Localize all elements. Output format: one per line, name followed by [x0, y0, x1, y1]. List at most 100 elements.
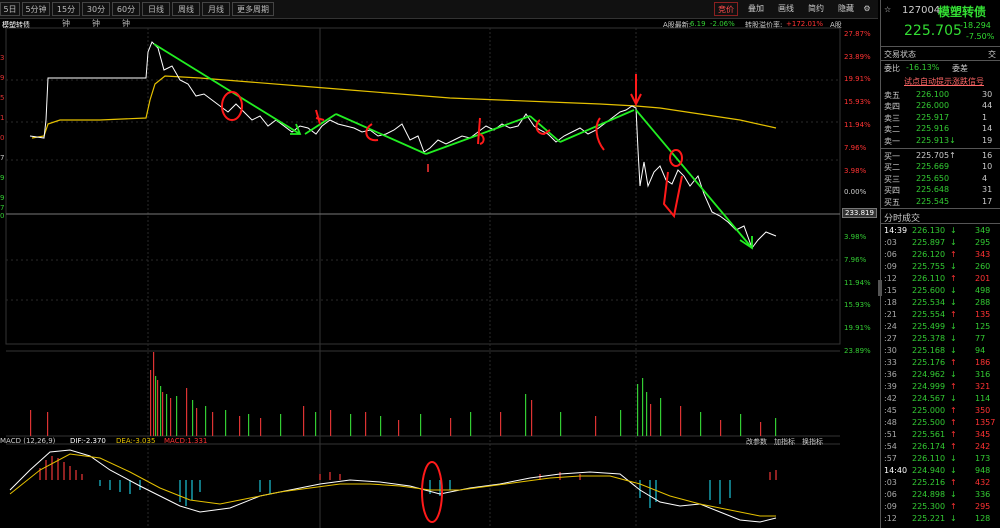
left-axis-label: 3: [0, 54, 5, 62]
trade-time: :12: [884, 514, 897, 523]
trade-price: 225.755: [912, 262, 946, 271]
trade-volume: 321: [975, 382, 991, 391]
trade-time: :42: [884, 394, 897, 403]
trade-time: :12: [884, 274, 897, 283]
pct-tick: 3.98%: [844, 233, 867, 241]
ask-level-label: 卖四: [884, 102, 900, 112]
price-change-pct: -7.50%: [966, 32, 995, 41]
ask-level-label: 卖五: [884, 91, 900, 100]
trade-volume: 260: [975, 262, 991, 271]
trade-price: 225.176: [912, 358, 946, 367]
trade-price: 224.898: [912, 490, 946, 499]
trade-arrow: ↓: [950, 286, 957, 295]
bid-price: 225.650: [916, 173, 950, 183]
trade-time: :06: [884, 490, 897, 499]
macd-dea: DEA:-3.035: [116, 437, 156, 445]
trade-arrow: ↓: [950, 262, 957, 271]
trade-price: 225.534: [912, 298, 946, 307]
trade-time: :18: [884, 298, 897, 307]
bid-volume: 4: [982, 173, 988, 183]
trade-arrow: ↓: [950, 226, 957, 235]
trade-time: :39: [884, 382, 897, 391]
bid-level-label: 买五: [884, 197, 900, 207]
bid-level-label: 买三: [884, 174, 900, 184]
trade-time: :06: [884, 250, 897, 259]
trade-volume: 316: [975, 370, 991, 379]
ask-level-label: 卖一: [884, 136, 900, 146]
trade-volume: 125: [975, 322, 991, 331]
trade-time: 14:40: [884, 466, 908, 475]
ask-volume: 30: [982, 90, 993, 99]
ask-level-label: 卖二: [884, 125, 900, 135]
trade-arrow: ↓: [950, 370, 957, 379]
pct-tick: 15.93%: [844, 98, 871, 106]
ask-volume: 14: [982, 124, 993, 134]
ask-level-label: 卖三: [884, 113, 900, 123]
trade-time: :30: [884, 346, 897, 355]
trade-price: 225.554: [912, 310, 946, 319]
trade-arrow: ↓: [950, 466, 957, 475]
volume-bars: [30, 352, 777, 436]
trade-price: 224.999: [912, 382, 946, 391]
trade-price: 224.962: [912, 370, 946, 379]
intraday-chart: [5, 27, 841, 528]
switch-indicator-button[interactable]: 换指标: [802, 437, 823, 447]
trade-time: :03: [884, 238, 897, 247]
trade-arrow: ↓: [950, 334, 957, 343]
trade-price: 225.378: [912, 334, 946, 343]
trade-price: 225.216: [912, 478, 946, 487]
bond-code: 127004: [902, 5, 941, 16]
pct-tick: 3.98%: [844, 167, 867, 175]
panel-collapse-handle[interactable]: [878, 280, 882, 296]
trade-price: 225.499: [912, 322, 946, 331]
trade-arrow: ↑: [950, 310, 957, 319]
add-indicator-button[interactable]: 加指标: [774, 437, 795, 447]
left-axis-label: 0: [0, 134, 5, 142]
pct-tick: 23.89%: [844, 53, 871, 61]
ask-price: 225.916: [916, 124, 950, 134]
star-icon[interactable]: ☆: [884, 5, 891, 14]
trade-time: :09: [884, 502, 897, 511]
trade-arrow: ↓: [950, 514, 957, 523]
trade-time: 14:39: [884, 226, 908, 235]
current-price-box: 233.819: [842, 208, 877, 218]
trade-volume: 336: [975, 490, 991, 499]
trade-price: 225.500: [912, 418, 946, 427]
trade-volume: 350: [975, 406, 991, 415]
macd-label[interactable]: MACD (12,26,9): [0, 437, 55, 445]
ask-volume: 19: [982, 135, 993, 145]
macd-histogram: [39, 456, 777, 508]
bid-volume: 16: [982, 151, 993, 160]
bid-volume: 31: [982, 185, 993, 195]
trade-arrow: ↑: [950, 502, 957, 511]
trade-volume: 114: [975, 394, 991, 403]
trade-volume: 242: [975, 442, 991, 451]
trade-arrow: ↑: [950, 406, 957, 415]
bid-price: 225.669: [916, 162, 950, 172]
weicha-label: 委差: [952, 64, 968, 73]
trade-volume: 948: [975, 466, 991, 475]
change-params-button[interactable]: 改参数: [746, 437, 767, 447]
trade-volume: 295: [975, 502, 991, 511]
bid-level-label: 买二: [884, 163, 900, 173]
trade-price: 224.567: [912, 394, 946, 403]
trade-price: 225.000: [912, 406, 946, 415]
trade-time: :57: [884, 454, 897, 463]
trade-time: :54: [884, 442, 897, 451]
trade-price: 226.110: [912, 454, 946, 463]
weibi-value: -16.13%: [906, 63, 940, 72]
trade-arrow: ↓: [950, 298, 957, 307]
macd-value: MACD:1.331: [164, 437, 208, 445]
trade-arrow: ↓: [950, 238, 957, 247]
trade-volume: 186: [975, 358, 991, 367]
pct-tick: 7.96%: [844, 144, 867, 152]
trade-price: 226.110: [912, 274, 946, 283]
bid-price: 225.545: [916, 196, 950, 206]
trade-volume: 345: [975, 430, 991, 439]
trade-time: :21: [884, 310, 897, 319]
left-axis-label: 1: [0, 114, 5, 122]
signal-link[interactable]: 试点自动提示涨跌信号: [904, 76, 984, 87]
trade-time: :51: [884, 430, 897, 439]
bid-price: 225.705↑: [916, 151, 956, 160]
trade-time: :27: [884, 334, 897, 343]
